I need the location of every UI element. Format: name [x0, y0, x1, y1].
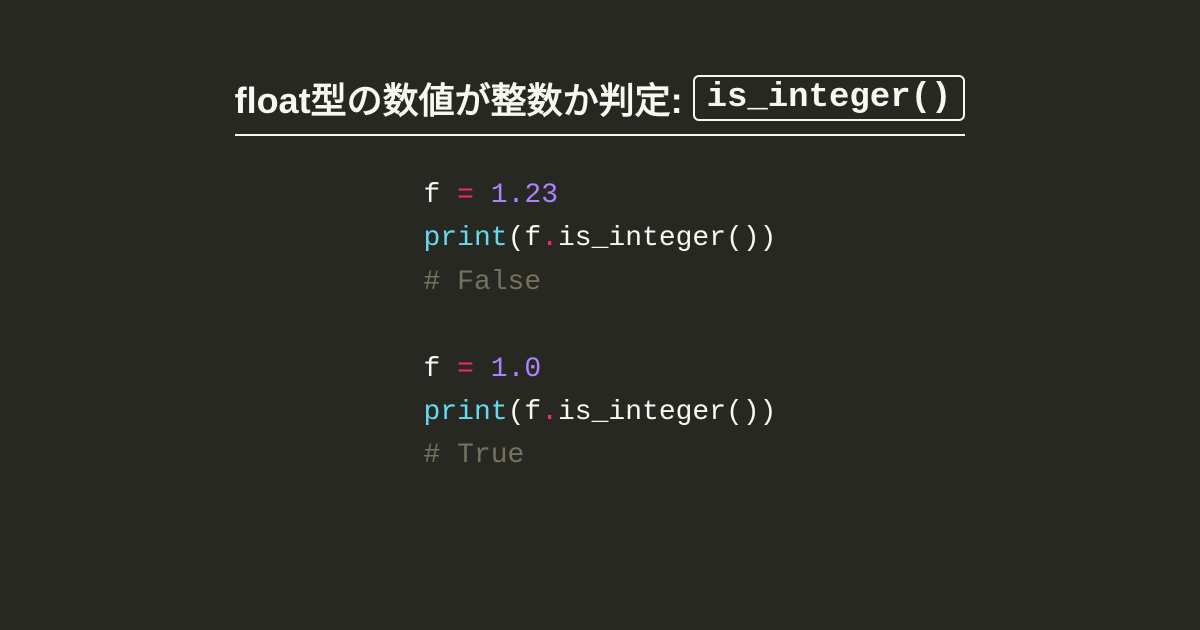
code-token: 1.23: [491, 180, 558, 211]
code-line: # True: [424, 434, 777, 477]
code-token: ()): [726, 397, 776, 428]
code-line: # False: [424, 261, 777, 304]
code-token: # False: [424, 267, 542, 298]
heading-code: is_integer(): [693, 75, 966, 121]
code-token: print: [424, 397, 508, 428]
code-token: [424, 310, 441, 341]
code-token: f: [524, 223, 541, 254]
code-token: print: [424, 223, 508, 254]
code-token: f: [524, 397, 541, 428]
code-line: print(f.is_integer()): [424, 391, 777, 434]
code-token: [440, 180, 457, 211]
code-token: .: [541, 397, 558, 428]
code-token: ()): [726, 223, 776, 254]
code-token: =: [457, 180, 474, 211]
code-token: f: [424, 180, 441, 211]
code-token: f: [424, 354, 441, 385]
code-line: [424, 304, 777, 347]
code-line: f = 1.0: [424, 348, 777, 391]
code-token: [474, 354, 491, 385]
code-token: [474, 180, 491, 211]
code-token: 1.0: [491, 354, 541, 385]
code-block: f = 1.23print(f.is_integer())# False f =…: [424, 174, 777, 478]
code-token: (: [508, 223, 525, 254]
code-token: # True: [424, 440, 525, 471]
code-token: .: [541, 223, 558, 254]
code-token: is_integer: [558, 223, 726, 254]
code-line: f = 1.23: [424, 174, 777, 217]
code-token: =: [457, 354, 474, 385]
code-token: [440, 354, 457, 385]
code-token: (: [508, 397, 525, 428]
heading-container: float型の数値が整数か判定: is_integer(): [235, 72, 966, 136]
heading-text: float型の数値が整数か判定:: [235, 72, 683, 124]
code-line: print(f.is_integer()): [424, 217, 777, 260]
code-token: is_integer: [558, 397, 726, 428]
